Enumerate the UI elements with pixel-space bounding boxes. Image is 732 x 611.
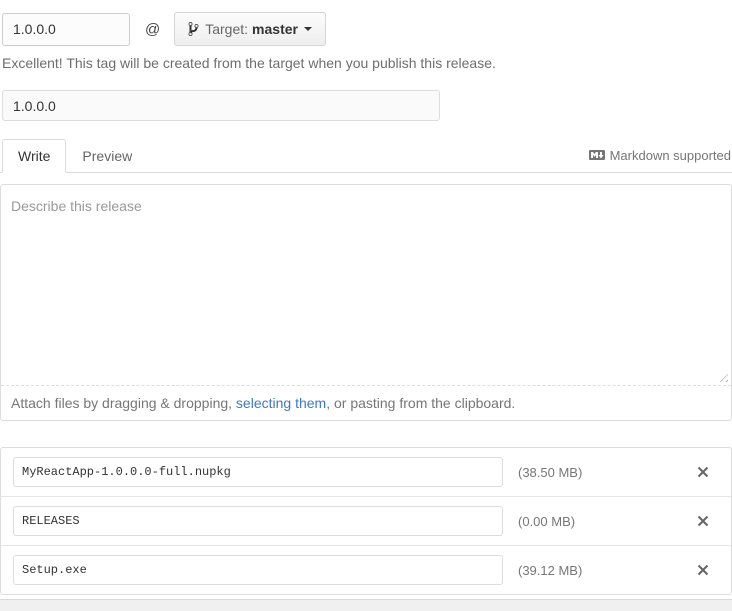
release-title-input[interactable] (2, 90, 440, 121)
editor-tab-bar: Write Preview Markdown supported (0, 139, 732, 173)
attachment-filename-input[interactable] (13, 506, 503, 536)
release-body-editor: Attach files by dragging & dropping, sel… (0, 184, 732, 421)
tag-name-input[interactable] (2, 12, 130, 46)
tab-preview[interactable]: Preview (66, 139, 148, 173)
attachment-size: (0.00 MB) (518, 513, 576, 529)
release-description-textarea[interactable] (1, 185, 731, 385)
chevron-down-icon (303, 27, 312, 31)
attachment-row: (38.50 MB) (1, 448, 731, 496)
target-branch-button[interactable]: Target: master (174, 12, 326, 46)
remove-attachment-button[interactable] (695, 462, 711, 482)
attachments-list: (38.50 MB) (0.00 MB) (39.12 MB) (0, 447, 732, 595)
attachment-filename-input[interactable] (13, 457, 503, 487)
at-symbol: @ (145, 20, 161, 38)
tab-write[interactable]: Write (2, 139, 67, 173)
editor-area (1, 185, 731, 385)
release-form: @ Target: master Excellent! This tag wil… (0, 12, 732, 611)
git-branch-icon (188, 21, 199, 37)
remove-attachment-button[interactable] (695, 560, 711, 580)
bottom-divider (0, 599, 732, 611)
select-files-link[interactable]: selecting them (236, 395, 326, 411)
markdown-icon (588, 147, 605, 163)
attachment-size: (39.12 MB) (518, 562, 583, 578)
attach-files-dropzone[interactable]: Attach files by dragging & dropping, sel… (1, 385, 731, 420)
attach-text-before: Attach files by dragging & dropping, (11, 395, 236, 411)
target-label: Target: (205, 21, 249, 37)
close-icon (697, 466, 709, 483)
attachment-row: (0.00 MB) (1, 496, 731, 545)
close-icon (697, 564, 709, 581)
attachment-filename-input[interactable] (13, 555, 503, 585)
target-branch-name: master (252, 21, 298, 37)
tag-validation-message: Excellent! This tag will be created from… (2, 55, 496, 71)
tag-row: @ Target: master (2, 12, 732, 46)
attach-text-after: , or pasting from the clipboard. (326, 395, 516, 411)
attachment-row: (39.12 MB) (1, 545, 731, 594)
close-icon (697, 515, 709, 532)
markdown-supported-label: Markdown supported (609, 147, 731, 163)
attachment-size: (38.50 MB) (518, 464, 583, 480)
markdown-supported-note: Markdown supported (588, 147, 732, 172)
remove-attachment-button[interactable] (695, 511, 711, 531)
